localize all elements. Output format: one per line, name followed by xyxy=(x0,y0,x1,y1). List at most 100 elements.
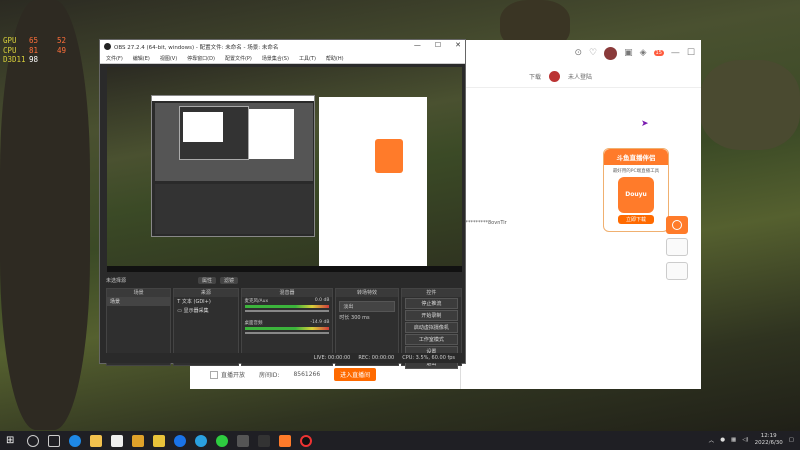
cpu-temp: 81 xyxy=(29,45,39,55)
gamepad-icon[interactable] xyxy=(258,434,270,447)
browser-icon[interactable] xyxy=(174,434,186,447)
start-recording-button[interactable]: 开始录制 xyxy=(404,310,458,321)
user-avatar[interactable] xyxy=(549,71,561,82)
home-side-button[interactable] xyxy=(666,238,688,256)
search-icon[interactable] xyxy=(27,434,39,447)
network-icon[interactable]: ▦ xyxy=(731,437,736,443)
filters-button[interactable]: 滤镜 xyxy=(220,276,239,284)
menu-docks[interactable]: 停靠窗口(D) xyxy=(187,55,215,62)
menu-file[interactable]: 文件(F) xyxy=(106,55,123,62)
menu-help[interactable]: 帮助(H) xyxy=(326,55,344,62)
close-icon[interactable]: ✕ xyxy=(455,41,461,49)
cpu-label: CPU xyxy=(3,45,17,55)
checkbox-icon[interactable] xyxy=(210,371,218,380)
masked-text: **********8ovnTir xyxy=(463,220,507,226)
rec-time: REC: 00:00:00 xyxy=(358,355,395,361)
transitions-panel: 淡出 时长 300 ms xyxy=(336,297,397,323)
notification-badge: 15 xyxy=(653,50,664,56)
shirt-icon[interactable]: ▣ xyxy=(624,48,633,58)
heart-icon[interactable]: ♡ xyxy=(589,48,597,58)
live-checkbox-label: 直播开放 xyxy=(221,371,246,379)
source-item[interactable]: T 文本 (GDI+) xyxy=(174,297,237,306)
preview-obs-nested-white xyxy=(183,112,223,142)
enter-room-button[interactable]: 进入直播间 xyxy=(334,368,377,381)
menu-tools[interactable]: 工具(T) xyxy=(299,55,316,62)
windows-taskbar: ⊞ ︿ ● ▦ ◁) 12:19 2022/6/30 ▢ xyxy=(0,431,800,450)
api-label: D3D11 xyxy=(3,55,26,64)
menu-scene-collection[interactable]: 场景集合(S) xyxy=(262,55,289,62)
clock[interactable]: 12:19 2022/6/30 xyxy=(755,433,783,447)
wechat-icon[interactable] xyxy=(216,434,228,447)
source-toolbar: 未选择源 属性 滤镜 xyxy=(100,274,465,286)
minimize-icon[interactable]: — xyxy=(671,48,680,58)
notification-icon[interactable]: ▢ xyxy=(789,437,794,443)
stop-streaming-button[interactable]: 停止推流 xyxy=(404,298,458,309)
preview-obs-nested xyxy=(179,106,249,160)
app-icon[interactable] xyxy=(195,434,207,447)
task-view-icon[interactable] xyxy=(48,434,60,447)
track-name: 麦克风/Aux xyxy=(244,299,269,304)
preview-browser xyxy=(319,97,427,269)
app-icon[interactable] xyxy=(237,434,249,447)
mic-icon[interactable]: ● xyxy=(720,437,725,443)
transition-select[interactable]: 淡出 xyxy=(339,301,395,312)
promo-desc: 最好用的PC端直播工具 xyxy=(612,169,660,174)
live-checkbox[interactable]: 直播开放 xyxy=(210,370,245,380)
obs-titlebar: OBS 27.2.4 (64-bit, windows) - 配置文件: 未命名… xyxy=(100,40,465,53)
obs-icon[interactable] xyxy=(300,434,312,447)
virtual-camera-button[interactable]: 启动虚拟摄像机 xyxy=(404,322,458,333)
history-icon[interactable]: ⊙ xyxy=(574,48,582,58)
edge-icon[interactable] xyxy=(69,434,81,447)
promo-download-button[interactable]: 立即下载 xyxy=(618,215,654,224)
preview-obs-recursion xyxy=(151,95,315,237)
obs-menubar: 文件(F) 编辑(E) 视图(V) 停靠窗口(D) 配置文件(P) 场景集合(S… xyxy=(100,53,465,64)
douyu-icon[interactable] xyxy=(279,434,291,447)
mouse-cursor-icon: ➤ xyxy=(641,119,649,129)
gpu-temp: 65 xyxy=(29,36,39,45)
app-icon[interactable] xyxy=(153,434,165,447)
menu-profile[interactable]: 配置文件(P) xyxy=(225,55,252,62)
obs-logo-icon xyxy=(104,43,111,50)
menu-edit[interactable]: 编辑(E) xyxy=(133,55,150,62)
volume-slider[interactable] xyxy=(244,310,330,312)
mixer-track: 桌面音频 -14.9 dB xyxy=(242,319,333,335)
volume-icon[interactable]: ◁) xyxy=(742,437,748,443)
windows-start-icon[interactable]: ⊞ xyxy=(6,435,18,447)
tree-foliage-right xyxy=(700,60,800,150)
menu-view[interactable]: 视图(V) xyxy=(160,55,177,62)
controls-header: 控件 xyxy=(401,289,461,297)
avatar[interactable] xyxy=(604,46,618,60)
maximize-icon[interactable]: ☐ xyxy=(687,48,695,58)
store-icon[interactable] xyxy=(111,434,123,447)
track-db: 0.0 dB xyxy=(314,298,330,303)
tree-trunk xyxy=(0,0,90,430)
browser-window: ⊙ ♡ ▣ ◈ 15 — ☐ 下载 未人登陆 ➤ 斗鱼直播伴侣 最好用的PC端直… xyxy=(460,40,701,389)
duration-value[interactable]: 300 ms xyxy=(351,315,370,321)
preview-obs-preview xyxy=(155,103,313,181)
properties-button[interactable]: 属性 xyxy=(198,276,217,284)
chevron-up-icon[interactable]: ︿ xyxy=(709,436,715,444)
track-db: -14.9 dB xyxy=(310,320,330,325)
maximize-icon[interactable]: ☐ xyxy=(435,41,441,49)
folder-icon[interactable] xyxy=(90,434,102,447)
transitions-header: 转场特效 xyxy=(336,289,398,297)
source-item[interactable]: ▭ 显示器采集 xyxy=(174,306,237,315)
app-side-button[interactable] xyxy=(666,262,688,280)
volume-slider[interactable] xyxy=(244,332,330,334)
cpu-status: CPU: 3.5%, 60.00 fps xyxy=(402,355,455,361)
play-side-button[interactable] xyxy=(666,216,688,234)
promo-card[interactable]: 斗鱼直播伴侣 最好用的PC端直播工具 Douyu 立即下载 xyxy=(603,148,669,232)
obs-preview[interactable] xyxy=(107,67,462,272)
gift-icon[interactable]: ◈ xyxy=(640,48,647,58)
scene-item[interactable]: 场景 xyxy=(107,297,171,306)
download-link[interactable]: 下载 xyxy=(529,72,541,81)
gpu-load: 52 xyxy=(57,36,67,45)
minimize-icon[interactable]: — xyxy=(414,41,421,49)
room-id: 8561266 xyxy=(293,371,321,378)
cpu-load: 49 xyxy=(57,45,67,55)
app-icon[interactable] xyxy=(132,434,144,447)
clock-time: 12:19 xyxy=(760,433,777,439)
duration-row: 时长 300 ms xyxy=(339,314,394,321)
user-label[interactable]: 未人登陆 xyxy=(568,72,592,81)
studio-mode-button[interactable]: 工作室模式 xyxy=(404,334,458,345)
